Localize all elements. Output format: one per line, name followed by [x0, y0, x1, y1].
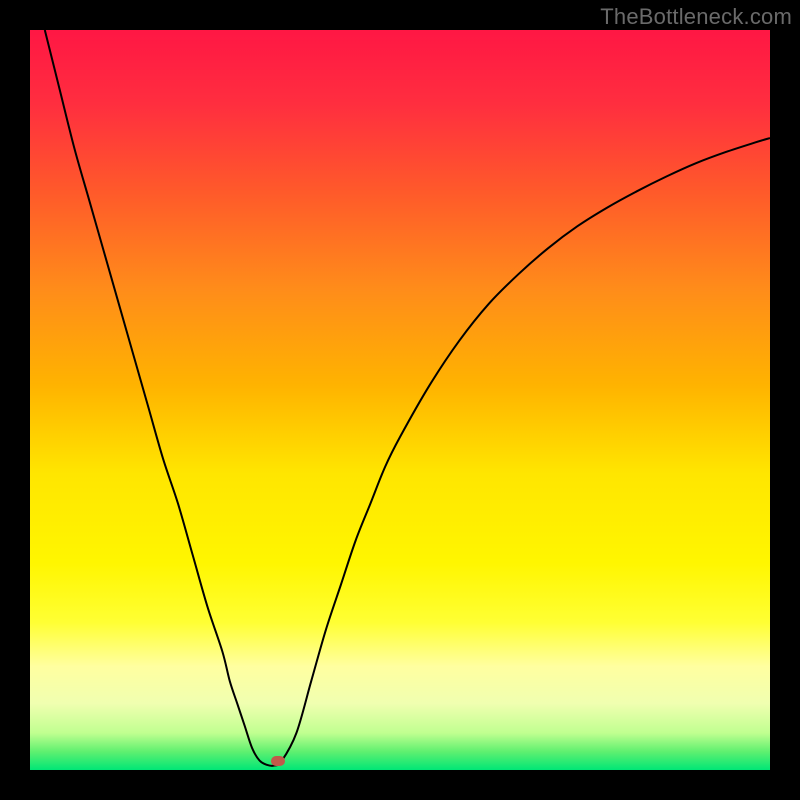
chart-frame: TheBottleneck.com: [0, 0, 800, 800]
plot-area: [30, 30, 770, 770]
watermark-label: TheBottleneck.com: [600, 4, 792, 30]
plot-svg: [30, 30, 770, 770]
optimal-point-marker: [271, 756, 285, 766]
gradient-background: [30, 30, 770, 770]
